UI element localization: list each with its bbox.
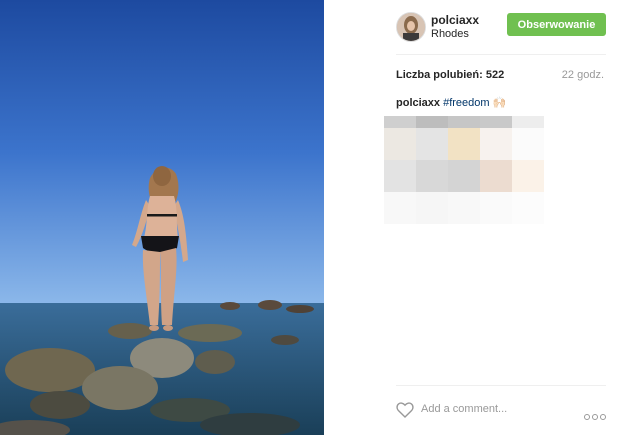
avatar[interactable]: [396, 12, 426, 42]
likes-count[interactable]: Liczba polubień: 522: [396, 69, 504, 81]
follow-button[interactable]: Obserwowanie: [507, 13, 606, 36]
comment-bar: Add a comment...: [396, 400, 606, 420]
post-time: 22 godz.: [561, 69, 604, 81]
comment-divider: [396, 385, 606, 386]
caption: polciaxx #freedom 🙌🏻: [396, 96, 506, 109]
photo-scene: [0, 0, 324, 435]
post-details-panel: polciaxx Rhodes Obserwowanie Liczba polu…: [324, 0, 620, 435]
caption-emoji: 🙌🏻: [492, 97, 507, 109]
post-header: polciaxx Rhodes Obserwowanie: [396, 12, 606, 42]
caption-hashtag[interactable]: #freedom: [443, 97, 489, 109]
more-dots-icon[interactable]: [582, 407, 606, 425]
post-username[interactable]: polciaxx: [431, 13, 479, 27]
caption-username[interactable]: polciaxx: [396, 97, 440, 109]
header-divider: [396, 54, 606, 55]
comment-input[interactable]: Add a comment...: [421, 403, 507, 415]
post-location[interactable]: Rhodes: [431, 28, 469, 40]
post-photo: [0, 0, 324, 435]
heart-outline-icon[interactable]: [396, 402, 414, 423]
